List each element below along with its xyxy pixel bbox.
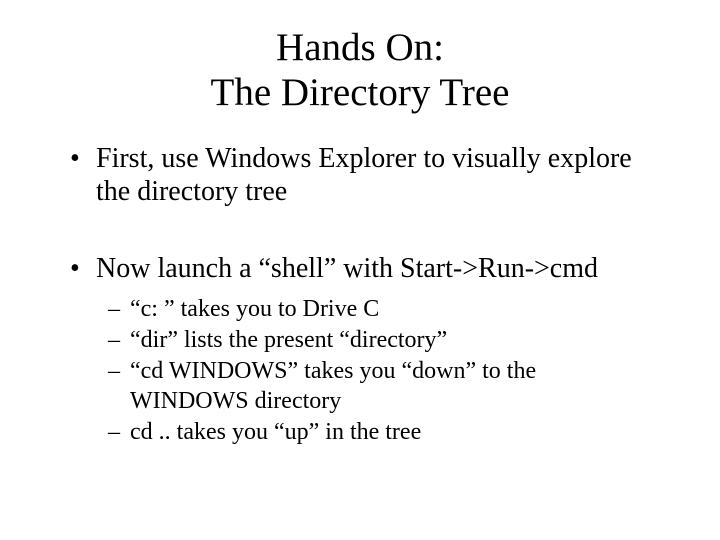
title-line-1: Hands On: — [276, 26, 444, 69]
bullet-text: First, use Windows Explorer to visually … — [96, 143, 632, 207]
list-item: Now launch a “shell” with Start->Run->cm… — [60, 252, 660, 447]
title-line-2: The Directory Tree — [211, 71, 510, 114]
sub-bullet-text: cd .. takes you “up” in the tree — [130, 419, 421, 445]
bullet-text: Now launch a “shell” with Start->Run->cm… — [96, 253, 598, 284]
sub-bullet-list: “c: ” takes you to Drive C “dir” lists t… — [104, 295, 660, 447]
sub-bullet-text: “dir” lists the present “directory” — [130, 327, 447, 353]
slide-title: Hands On: The Directory Tree — [60, 26, 660, 116]
sub-bullet-text: “c: ” takes you to Drive C — [130, 296, 379, 322]
list-item: “cd WINDOWS” takes you “down” to the WIN… — [104, 357, 660, 416]
slide: Hands On: The Directory Tree First, use … — [0, 0, 720, 540]
list-item: “c: ” takes you to Drive C — [104, 295, 660, 324]
sub-bullet-text: “cd WINDOWS” takes you “down” to the WIN… — [130, 358, 536, 413]
list-item: cd .. takes you “up” in the tree — [104, 418, 660, 447]
list-item: “dir” lists the present “directory” — [104, 326, 660, 355]
bullet-list: First, use Windows Explorer to visually … — [60, 142, 660, 447]
list-item: First, use Windows Explorer to visually … — [60, 142, 660, 208]
